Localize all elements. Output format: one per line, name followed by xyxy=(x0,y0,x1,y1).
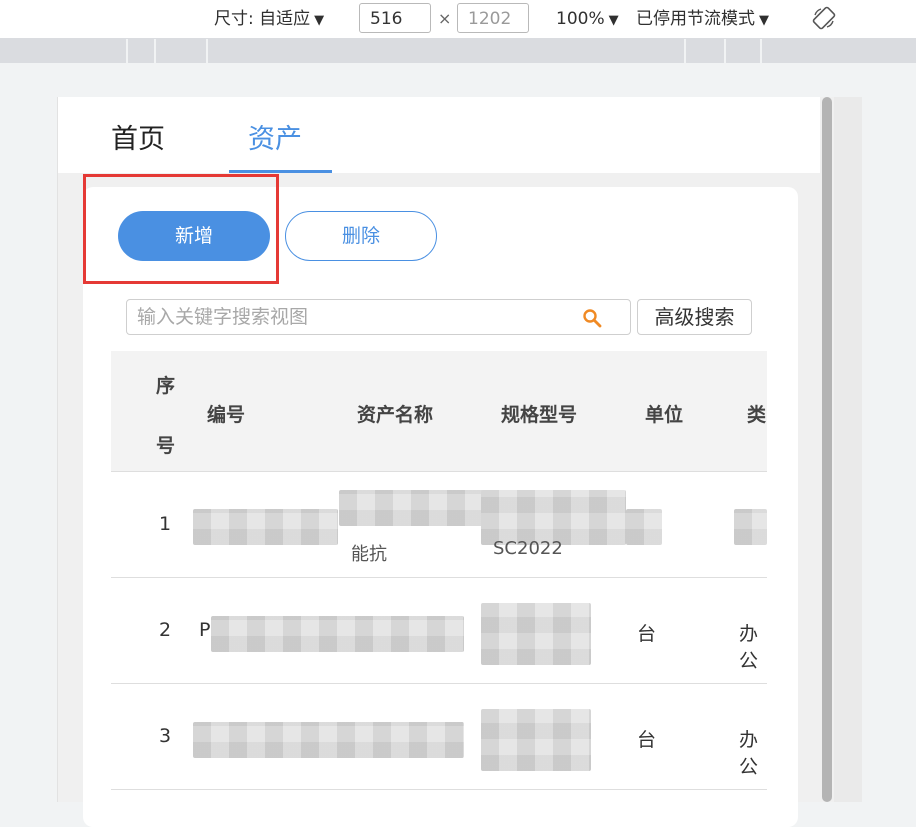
dimensions-dropdown[interactable]: 尺寸: 自适应 ▼ xyxy=(214,0,324,38)
header-model: 规格型号 xyxy=(501,404,578,426)
name-fragment: 能抗 xyxy=(351,544,387,565)
rotate-icon[interactable] xyxy=(812,6,836,30)
header-seq: 序 xyxy=(156,375,176,397)
redacted-code-name xyxy=(211,616,464,652)
row-seq: 2 xyxy=(159,619,172,641)
row-seq: 1 xyxy=(159,513,172,535)
redacted-name xyxy=(339,490,484,526)
redacted-type xyxy=(734,509,767,545)
row-type: 办公 xyxy=(739,729,759,778)
media-query-ruler xyxy=(0,39,916,63)
redacted-model xyxy=(481,603,591,665)
header-asset-name: 资产名称 xyxy=(357,404,434,426)
header-code: 编号 xyxy=(207,404,246,426)
throttle-label: 已停用节流模式 xyxy=(636,9,755,29)
search-box[interactable]: 输入关键字搜索视图 xyxy=(126,299,631,335)
highlight-box xyxy=(83,174,279,284)
row-unit: 台 xyxy=(637,729,657,751)
delete-button[interactable]: 删除 xyxy=(285,211,437,261)
zoom-dropdown[interactable]: 100% ▼ xyxy=(556,0,619,38)
width-input[interactable]: 516 xyxy=(359,3,431,33)
search-icon[interactable] xyxy=(582,308,602,328)
header-seq-2: 号 xyxy=(156,435,176,457)
row-unit: 台 xyxy=(637,623,657,645)
code-fragment: P xyxy=(199,619,211,641)
viewport-margin xyxy=(834,97,862,802)
height-input[interactable]: 1202 xyxy=(457,3,529,33)
header-unit: 单位 xyxy=(645,404,684,426)
times-symbol: × xyxy=(438,9,452,28)
chevron-down-icon: ▼ xyxy=(759,13,769,28)
redacted-code xyxy=(193,509,338,545)
search-input[interactable]: 输入关键字搜索视图 xyxy=(137,300,308,334)
zoom-label: 100% xyxy=(556,9,605,29)
model-fragment: SC2022 xyxy=(493,538,563,559)
vertical-scrollbar[interactable] xyxy=(820,97,834,802)
redacted-unit xyxy=(626,509,662,545)
redacted-code-name xyxy=(193,722,464,758)
card-contents: 新增 删除 输入关键字搜索视图 高级搜索 序 号 编号 资产名称 规格型号 单位… xyxy=(57,97,820,802)
chevron-down-icon: ▼ xyxy=(608,13,619,28)
table-row[interactable]: 1 能抗 SC2022 xyxy=(111,472,767,578)
scrollbar-thumb[interactable] xyxy=(822,97,832,802)
redacted-model xyxy=(481,490,626,545)
devtools-toolbar: 尺寸: 自适应 ▼ 516 × 1202 100% ▼ 已停用节流模式 ▼ xyxy=(0,0,916,39)
throttle-dropdown[interactable]: 已停用节流模式 ▼ xyxy=(636,0,769,38)
header-type: 类 xyxy=(747,404,767,426)
dimensions-label: 尺寸: 自适应 xyxy=(214,9,311,29)
table-header: 序 号 编号 资产名称 规格型号 单位 类 xyxy=(111,351,767,472)
advanced-search-button[interactable]: 高级搜索 xyxy=(637,299,752,335)
chevron-down-icon: ▼ xyxy=(314,13,325,28)
redacted-model xyxy=(481,709,591,771)
row-type: 办公 xyxy=(739,623,759,672)
table-row[interactable]: 3 台 办公 xyxy=(111,684,767,790)
table-row[interactable]: 2 P 台 办公 xyxy=(111,578,767,684)
row-seq: 3 xyxy=(159,725,172,747)
